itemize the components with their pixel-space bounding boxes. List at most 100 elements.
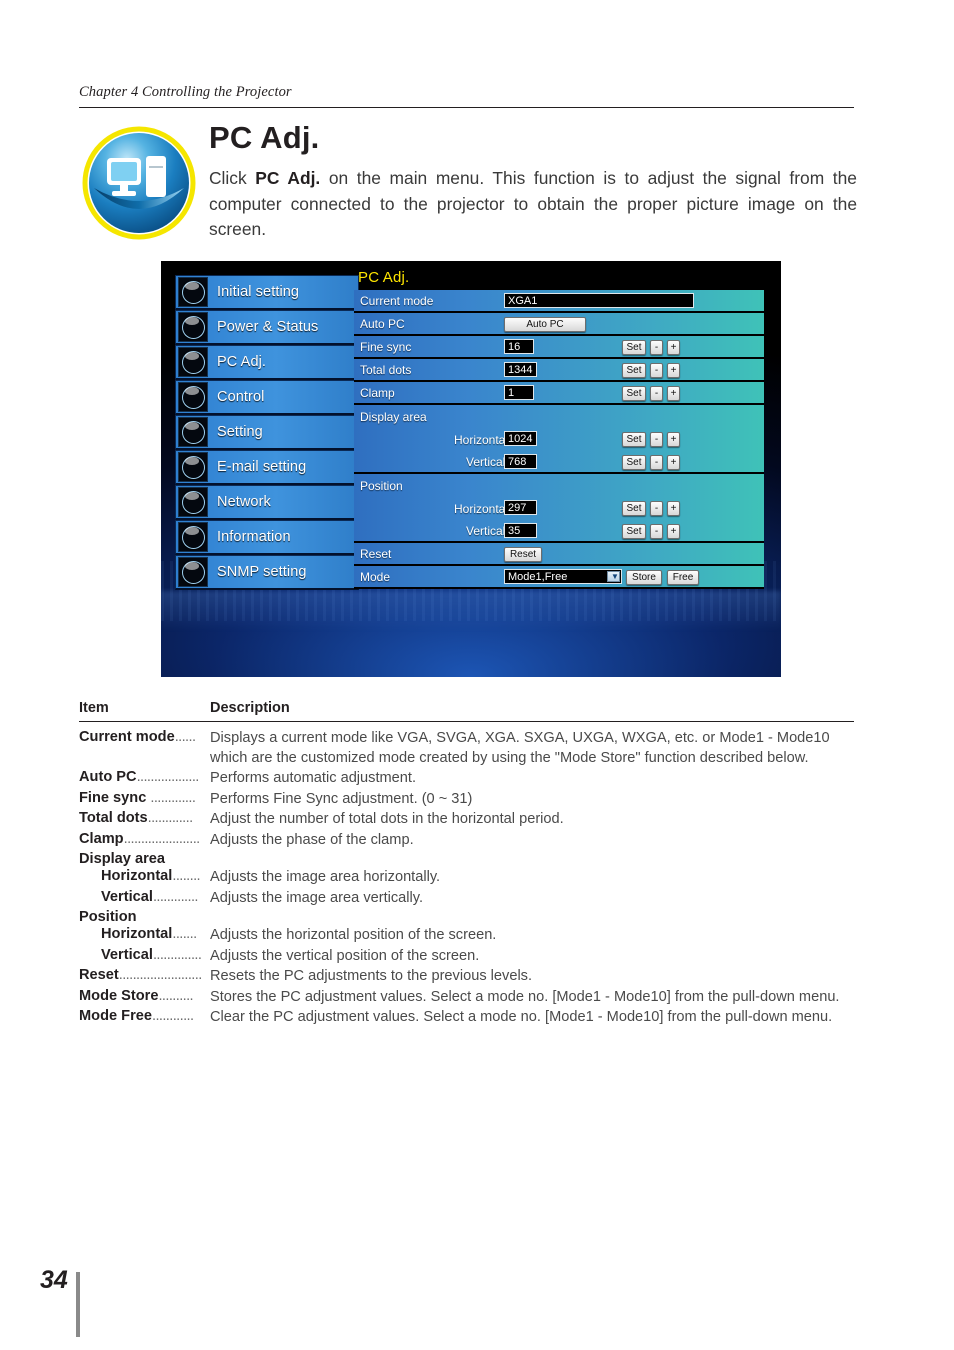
leader-dots: ..................: [136, 769, 200, 785]
position-horizontal-field[interactable]: 297: [504, 500, 537, 515]
position-horizontal-minus-button[interactable]: -: [650, 501, 663, 516]
row-position-header: Position: [354, 474, 764, 497]
setting-icon: [178, 417, 208, 447]
table-row-description: Resets the PC adjustments to the previou…: [210, 968, 533, 984]
mode-free-button[interactable]: Free: [667, 570, 699, 585]
current-mode-field[interactable]: XGA1: [504, 293, 694, 308]
fine-sync-field[interactable]: 16: [504, 339, 534, 354]
table-row-item-label: Mode Store: [79, 987, 159, 1004]
display-area-horizontal-set-button[interactable]: Set: [622, 432, 646, 447]
mode-label: Mode: [360, 569, 391, 584]
sidebar-item-label: Information: [217, 529, 291, 545]
row-current-mode: Current mode XGA1: [354, 290, 764, 313]
leader-dots: .......: [172, 926, 197, 942]
sidebar-menu: Initial setting Power & Status PC Adj. Cont…: [175, 275, 359, 590]
row-total-dots: Total dots 1344 Set - +: [354, 359, 764, 382]
display-area-horizontal-field[interactable]: 1024: [504, 431, 537, 446]
auto-pc-button[interactable]: Auto PC: [504, 317, 586, 332]
chevron-down-icon[interactable]: ▼: [607, 571, 620, 582]
display-area-vertical-plus-button[interactable]: +: [667, 455, 680, 470]
fine-sync-set-button[interactable]: Set: [622, 340, 646, 355]
sidebar-item-label: Power & Status: [217, 319, 319, 335]
mode-select[interactable]: Mode1,Free ▼: [504, 569, 622, 584]
display-area-vertical-minus-button[interactable]: -: [650, 455, 663, 470]
position-horizontal-label: Horizontal: [454, 501, 509, 516]
table-row-item: Display area: [79, 851, 210, 867]
table-row-description: Clear the PC adjustment values. Select a…: [210, 1009, 833, 1025]
display-area-vertical-set-button[interactable]: Set: [622, 455, 646, 470]
sidebar-item-pc-adj[interactable]: PC Adj.: [175, 345, 359, 380]
position-vertical-field[interactable]: 35: [504, 523, 537, 538]
leader-dots: ......: [174, 729, 196, 745]
fine-sync-minus-button[interactable]: -: [650, 340, 663, 355]
sidebar-item-power-status[interactable]: Power & Status: [175, 310, 359, 345]
intro-paragraph: Click PC Adj. on the main menu. This fun…: [209, 166, 857, 243]
table-row-item: Horizontal........: [79, 868, 210, 888]
row-clamp: Clamp 1 Set - +: [354, 382, 764, 405]
table-row-item: Mode Store..........: [79, 988, 210, 1008]
initial-setting-icon: [178, 277, 208, 307]
table-row: Current mode...... Displays a current mod…: [79, 729, 854, 768]
table-row-item-label: Mode Free: [79, 1008, 152, 1024]
table-row-item: Reset........................: [79, 967, 210, 987]
orb-glyph: [182, 421, 205, 444]
projector-web-ui-screenshot: Initial setting Power & Status PC Adj. Cont…: [161, 261, 781, 677]
clamp-plus-button[interactable]: +: [667, 386, 680, 401]
position-horizontal-set-button[interactable]: Set: [622, 501, 646, 516]
display-area-horizontal-minus-button[interactable]: -: [650, 432, 663, 447]
position-label: Position: [360, 478, 403, 493]
table-row: Display area: [79, 851, 854, 867]
reset-button[interactable]: Reset: [504, 547, 542, 562]
leader-dots: .............: [152, 888, 199, 905]
table-row: Clamp...................... Adjusts the p…: [79, 831, 854, 851]
display-area-vertical-field[interactable]: 768: [504, 454, 537, 469]
power-status-icon: [178, 312, 208, 342]
mode-store-button[interactable]: Store: [626, 570, 662, 585]
display-area-horizontal-plus-button[interactable]: +: [667, 432, 680, 447]
table-row-item: Fine sync .............: [79, 790, 210, 810]
row-reset: Reset Reset: [354, 543, 764, 566]
display-area-horizontal-label: Horizontal: [454, 432, 509, 447]
leader-dots: ..............: [152, 946, 202, 963]
sidebar-item-snmp-setting[interactable]: SNMP setting: [175, 555, 359, 590]
table-row-description: Adjusts the image area vertically.: [210, 889, 424, 906]
total-dots-plus-button[interactable]: +: [667, 363, 680, 378]
sidebar-item-control[interactable]: Control: [175, 380, 359, 415]
pc-adj-panel: PC Adj. Current mode XGA1 Auto PC Auto P…: [354, 269, 764, 589]
clamp-set-button[interactable]: Set: [622, 386, 646, 401]
pc-adj-icon: [178, 347, 208, 377]
position-vertical-plus-button[interactable]: +: [667, 524, 680, 539]
table-header-item: Item: [79, 700, 109, 716]
fine-sync-plus-button[interactable]: +: [667, 340, 680, 355]
position-vertical-set-button[interactable]: Set: [622, 524, 646, 539]
orb-glyph: [182, 526, 205, 549]
row-position-horizontal: Horizontal 297 Set - +: [354, 497, 764, 520]
sidebar-item-information[interactable]: Information: [175, 520, 359, 555]
pc-adj-badge-icon: [82, 126, 196, 240]
clamp-label: Clamp: [360, 385, 395, 400]
orb-glyph: [182, 561, 205, 584]
clamp-minus-button[interactable]: -: [650, 386, 663, 401]
table-row-item-label: Vertical: [101, 946, 153, 963]
reset-label: Reset: [360, 546, 392, 561]
total-dots-minus-button[interactable]: -: [650, 363, 663, 378]
intro-text-bold: PC Adj.: [255, 168, 321, 188]
page-title: PC Adj.: [209, 120, 320, 155]
table-row-item-label: Current mode: [79, 729, 175, 745]
position-vertical-label: Vertical: [466, 523, 506, 538]
sidebar-item-initial-setting[interactable]: Initial setting: [175, 275, 359, 310]
table-row-item-label: Position: [79, 909, 137, 925]
position-vertical-minus-button[interactable]: -: [650, 524, 663, 539]
total-dots-set-button[interactable]: Set: [622, 363, 646, 378]
total-dots-field[interactable]: 1344: [504, 362, 537, 377]
display-area-label: Display area: [360, 409, 427, 424]
table-row-description: Adjusts the horizontal position of the s…: [210, 927, 497, 943]
sidebar-item-e-mail-setting[interactable]: E-mail setting: [175, 450, 359, 485]
table-row-item-label: Auto PC: [79, 769, 137, 785]
sidebar-item-label: Initial setting: [217, 284, 300, 300]
sidebar-item-setting[interactable]: Setting: [175, 415, 359, 450]
position-horizontal-plus-button[interactable]: +: [667, 501, 680, 516]
table-row-item: Vertical..............: [79, 947, 210, 967]
sidebar-item-network[interactable]: Network: [175, 485, 359, 520]
clamp-field[interactable]: 1: [504, 385, 534, 400]
